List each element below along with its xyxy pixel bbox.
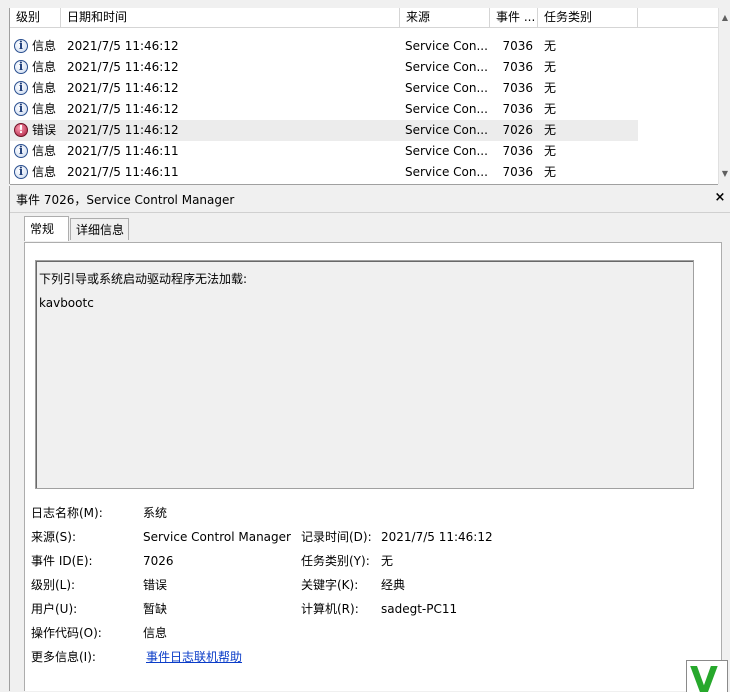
- row-level: 信息: [32, 102, 57, 116]
- event-id-label: 事件 ID(E):: [31, 554, 93, 568]
- left-splitter[interactable]: [0, 8, 10, 184]
- row-event-id: 7036: [502, 81, 533, 95]
- more-info-link[interactable]: 事件日志联机帮助: [146, 649, 242, 665]
- row-datetime: 2021/7/5 11:46:11: [67, 165, 179, 179]
- row-event-id: 7026: [502, 123, 533, 137]
- more-info-label: 更多信息(I):: [31, 650, 96, 664]
- event-list-frame: 级别 日期和时间 来源 事件 ... 任务类别 i 信息 2021/7/5 11:4…: [0, 0, 730, 185]
- table-row[interactable]: i 信息 2021/7/5 11:46:12 Service Con... 7036 无: [10, 78, 638, 99]
- column-header-task-category[interactable]: 任务类别: [538, 8, 638, 27]
- row-level: 信息: [32, 165, 57, 179]
- user-label: 用户(U):: [31, 602, 78, 616]
- row-level: 信息: [32, 39, 57, 53]
- row-task-category: 无: [544, 123, 557, 137]
- scroll-up-icon[interactable]: ▲: [719, 12, 730, 24]
- column-header-event-id[interactable]: 事件 ...: [490, 8, 538, 27]
- row-source: Service Con...: [405, 102, 488, 116]
- title-divider: [10, 212, 730, 213]
- table-row[interactable]: i 信息 2021/7/5 11:46:11 Service Con... 7036 无: [10, 162, 638, 183]
- column-header-datetime[interactable]: 日期和时间: [61, 8, 400, 27]
- task-category-label: 任务类别(Y):: [301, 554, 370, 568]
- row-level: 信息: [32, 60, 57, 74]
- row-task-category: 无: [544, 102, 557, 116]
- row-event-id: 7036: [502, 39, 533, 53]
- row-task-category: 无: [544, 81, 557, 95]
- row-task-category: 无: [544, 60, 557, 74]
- task-category-value: 无: [381, 554, 394, 568]
- computer-label: 计算机(R):: [301, 602, 359, 616]
- corner-logo: V: [686, 660, 728, 692]
- window-top-strip: [0, 0, 730, 8]
- source-value: Service Control Manager: [143, 530, 291, 544]
- row-source: Service Con...: [405, 81, 488, 95]
- row-event-id: 7036: [502, 102, 533, 116]
- detail-title: 事件 7026，Service Control Manager: [16, 193, 235, 207]
- row-level: 信息: [32, 81, 57, 95]
- row-source: Service Con...: [405, 60, 488, 74]
- event-list-scrollbar[interactable]: ▲ ▼: [718, 8, 730, 184]
- event-id-value: 7026: [143, 554, 174, 568]
- row-datetime: 2021/7/5 11:46:12: [67, 123, 179, 137]
- level-label: 级别(L):: [31, 578, 76, 592]
- row-level: 错误: [32, 123, 57, 137]
- event-list-header: 级别 日期和时间 来源 事件 ... 任务类别: [10, 8, 718, 28]
- row-task-category: 无: [544, 165, 557, 179]
- table-row[interactable]: i 信息 2021/7/5 11:46:12 Service Con... 7036 无: [10, 99, 638, 120]
- row-event-id: 7036: [502, 165, 533, 179]
- row-datetime: 2021/7/5 11:46:12: [67, 102, 179, 116]
- info-icon: i: [14, 102, 28, 116]
- row-task-category: 无: [544, 39, 557, 53]
- table-row[interactable]: i 信息 2021/7/5 11:46:12 Service Con... 7036 无: [10, 57, 638, 78]
- computer-value: sadegt-PC11: [381, 602, 458, 616]
- log-name-label: 日志名称(M):: [31, 506, 103, 520]
- logged-label: 记录时间(D):: [301, 530, 372, 544]
- row-event-id: 7036: [502, 144, 533, 158]
- row-level: 信息: [32, 144, 57, 158]
- scroll-down-icon[interactable]: ▼: [719, 168, 730, 180]
- table-row[interactable]: ! 错误 2021/7/5 11:46:12 Service Con... 7026 无: [10, 120, 638, 141]
- column-header-level[interactable]: 级别: [10, 8, 61, 27]
- user-value: 暂缺: [143, 602, 168, 616]
- opcode-label: 操作代码(O):: [31, 626, 102, 640]
- row-event-id: 7036: [502, 60, 533, 74]
- table-row[interactable]: i 信息 2021/7/5 11:46:12 Service Con... 7036 无: [10, 36, 638, 57]
- description-line: kavbootc: [39, 296, 94, 310]
- row-source: Service Con...: [405, 123, 488, 137]
- row-source: Service Con...: [405, 165, 488, 179]
- event-detail-pane: 事件 7026，Service Control Manager × 常规 详细信…: [9, 186, 730, 691]
- row-datetime: 2021/7/5 11:46:12: [67, 81, 179, 95]
- general-tab-page: 下列引导或系统启动驱动程序无法加载: kavbootc: [24, 242, 722, 691]
- row-datetime: 2021/7/5 11:46:12: [67, 39, 179, 53]
- row-source: Service Con...: [405, 144, 488, 158]
- info-icon: i: [14, 144, 28, 158]
- description-line: 下列引导或系统启动驱动程序无法加载:: [39, 272, 248, 286]
- log-name-value: 系统: [143, 506, 168, 520]
- keywords-label: 关键字(K):: [301, 578, 359, 592]
- info-icon: i: [14, 60, 28, 74]
- error-icon: !: [14, 123, 28, 137]
- row-task-category: 无: [544, 144, 557, 158]
- close-icon[interactable]: ×: [713, 191, 727, 205]
- row-datetime: 2021/7/5 11:46:11: [67, 144, 179, 158]
- info-icon: i: [14, 165, 28, 179]
- tab-general[interactable]: 常规: [24, 216, 69, 241]
- info-icon: i: [14, 81, 28, 95]
- opcode-value: 信息: [143, 626, 168, 640]
- row-datetime: 2021/7/5 11:46:12: [67, 60, 179, 74]
- info-icon: i: [14, 39, 28, 53]
- row-source: Service Con...: [405, 39, 488, 53]
- level-value: 错误: [143, 578, 168, 592]
- table-row[interactable]: i 信息 2021/7/5 11:46:11 Service Con... 7036 无: [10, 141, 638, 162]
- logo-letter: V: [690, 660, 718, 692]
- tab-details[interactable]: 详细信息: [70, 218, 129, 240]
- keywords-value: 经典: [381, 578, 406, 592]
- logged-value: 2021/7/5 11:46:12: [381, 530, 493, 544]
- event-description[interactable]: 下列引导或系统启动驱动程序无法加载: kavbootc: [35, 260, 694, 489]
- source-label: 来源(S):: [31, 530, 77, 544]
- column-header-source[interactable]: 来源: [400, 8, 490, 27]
